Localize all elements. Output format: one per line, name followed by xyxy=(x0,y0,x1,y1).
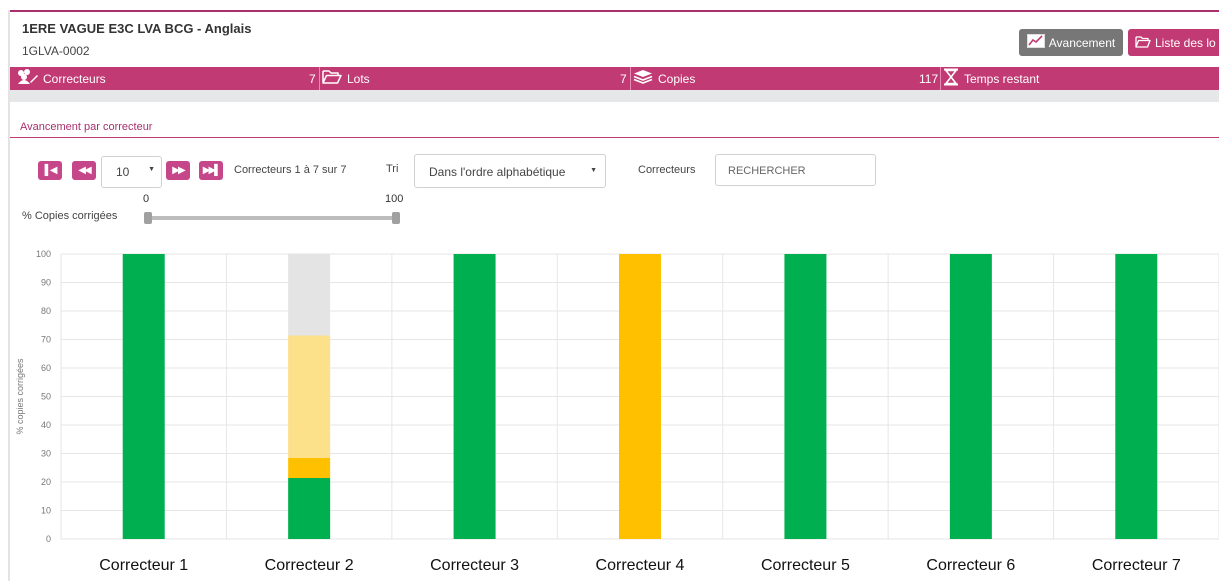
progress-chart-svg: 0 10 20 30 40 50 60 70 80 90 100 % copies corrigées… xyxy=(15,249,1219,574)
stat-lots-count: 7 xyxy=(620,71,627,86)
exam-title: 1ERE VAGUE E3C LVA BCG - Anglais xyxy=(22,21,252,36)
x-category-label: Correcteur 2 xyxy=(265,557,354,574)
slider-label: % Copies corrigées xyxy=(22,210,118,222)
stat-copies: Copies xyxy=(633,67,695,90)
exam-code: 1GLVA-0002 xyxy=(22,44,90,58)
hourglass-icon xyxy=(943,68,959,89)
y-axis-label: % copies corrigées xyxy=(15,358,25,435)
bar-segment xyxy=(619,254,661,539)
y-tick-label: 10 xyxy=(41,506,51,516)
y-tick-label: 70 xyxy=(41,335,51,345)
bar-segment xyxy=(122,254,165,539)
liste-lots-button-label: Liste des lo xyxy=(1155,35,1216,50)
y-tick-label: 60 xyxy=(41,363,51,373)
avancement-button-label: Avancement xyxy=(1048,35,1116,50)
bar-segment xyxy=(784,254,827,539)
bar-segment xyxy=(453,254,496,539)
users-icon xyxy=(16,68,38,89)
stat-temps-label: Temps restant xyxy=(964,71,1040,86)
bar-segment xyxy=(288,335,331,458)
caret-down-icon: ▼ xyxy=(148,166,155,173)
stat-correcteurs-count: 7 xyxy=(309,71,316,86)
fast-forward-icon: ▶▶ xyxy=(172,165,185,176)
last-page-button[interactable]: ▶▶▌ xyxy=(199,161,223,180)
section-title: Avancement par correcteur xyxy=(20,121,153,133)
slider-min-label: 0 xyxy=(143,193,150,205)
y-tick-label: 20 xyxy=(41,477,51,487)
sort-label: Tri xyxy=(386,163,399,175)
stats-bar: Correcteurs 7 Lots 7 Copies 117 Temps re… xyxy=(10,67,1219,90)
y-tick-label: 40 xyxy=(41,420,51,430)
stat-lots-label: Lots xyxy=(347,71,370,86)
slider-max-handle[interactable] xyxy=(392,212,400,224)
x-category-label: Correcteur 4 xyxy=(596,557,685,574)
bar-segment xyxy=(288,254,331,336)
stat-divider xyxy=(940,67,941,90)
folder-open-icon xyxy=(1135,35,1151,51)
skip-to-end-icon: ▶▶▌ xyxy=(202,165,222,176)
sort-select-value: Dans l'ordre alphabétique xyxy=(429,165,566,179)
y-tick-label: 0 xyxy=(46,534,51,544)
page-size-select[interactable]: 10 ▼ xyxy=(101,156,162,188)
stat-copies-label: Copies xyxy=(658,71,696,86)
x-category-label: Correcteur 1 xyxy=(99,557,188,574)
x-category-label: Correcteur 3 xyxy=(430,557,519,574)
first-page-button[interactable]: ▌◀ xyxy=(38,161,62,180)
stat-divider xyxy=(319,67,320,90)
percent-range-slider[interactable] xyxy=(148,216,396,220)
stat-lots: Lots xyxy=(322,67,370,90)
stat-correcteurs: Correcteurs xyxy=(16,67,106,90)
next-page-button[interactable]: ▶▶ xyxy=(166,161,190,180)
bar-segment xyxy=(949,254,992,539)
previous-page-button[interactable]: ◀◀ xyxy=(72,161,96,180)
bar-segment xyxy=(288,478,331,539)
search-input[interactable]: RECHERCHER xyxy=(715,154,876,186)
x-category-label: Correcteur 7 xyxy=(1092,557,1181,574)
slider-min-handle[interactable] xyxy=(144,212,152,224)
x-category-label: Correcteur 5 xyxy=(761,557,850,574)
section-divider xyxy=(10,137,1219,138)
layers-icon xyxy=(633,69,653,88)
y-tick-label: 80 xyxy=(41,306,51,316)
x-category-label: Correcteur 6 xyxy=(926,557,1015,574)
top-accent-border xyxy=(10,10,1219,12)
stat-divider xyxy=(630,67,631,90)
avancement-button[interactable]: Avancement xyxy=(1019,29,1123,56)
app-root: 1ERE VAGUE E3C LVA BCG - Anglais 1GLVA-0… xyxy=(0,0,1219,581)
stat-temps: Temps restant xyxy=(943,67,1039,90)
bar-segment xyxy=(288,457,331,479)
skip-to-start-icon: ▌◀ xyxy=(44,165,58,176)
rewind-icon: ◀◀ xyxy=(78,165,91,176)
liste-lots-button[interactable]: Liste des lo xyxy=(1128,29,1219,56)
progress-chart: 0 10 20 30 40 50 60 70 80 90 100 % copies corrigées… xyxy=(0,240,1219,581)
y-tick-label: 30 xyxy=(41,449,51,459)
page-size-value: 10 xyxy=(116,165,130,179)
y-tick-label: 90 xyxy=(41,278,51,288)
y-tick-label: 100 xyxy=(36,249,51,259)
bar-segment xyxy=(1115,254,1158,539)
caret-down-icon: ▼ xyxy=(590,167,597,174)
folder-open-icon xyxy=(322,69,342,88)
y-tick-label: 50 xyxy=(41,392,51,402)
stat-correcteurs-label: Correcteurs xyxy=(43,71,106,86)
search-label: Correcteurs xyxy=(638,164,696,176)
line-chart-icon xyxy=(1026,34,1045,51)
sort-select[interactable]: Dans l'ordre alphabétique ▼ xyxy=(414,154,606,188)
slider-max-label: 100 xyxy=(385,193,404,205)
pagination-range: Correcteurs 1 à 7 sur 7 xyxy=(234,164,347,176)
stat-copies-count: 117 xyxy=(919,71,939,86)
header-separator xyxy=(10,90,1219,102)
